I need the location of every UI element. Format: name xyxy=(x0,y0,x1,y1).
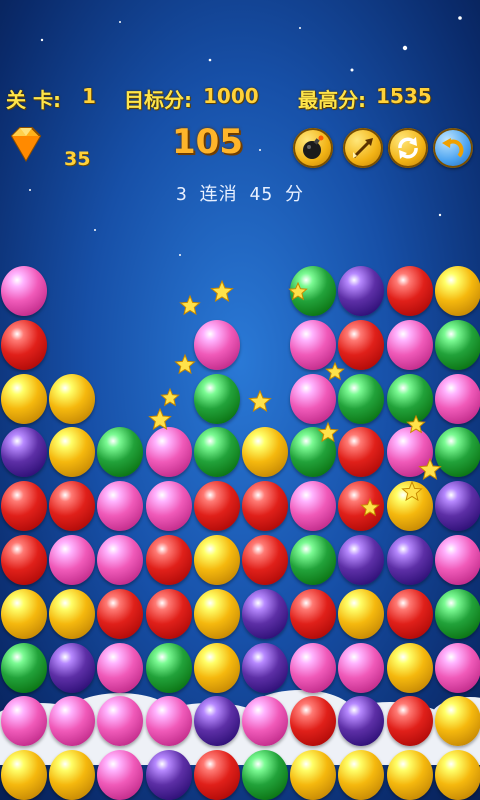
red-balloon[interactable] xyxy=(386,588,433,639)
green-balloon[interactable] xyxy=(193,427,240,478)
red-balloon[interactable] xyxy=(290,588,337,639)
pink-balloon[interactable] xyxy=(386,427,433,478)
red-balloon[interactable] xyxy=(97,588,144,639)
green-balloon[interactable] xyxy=(242,750,288,800)
purple-balloon[interactable] xyxy=(338,266,385,316)
purple-balloon[interactable] xyxy=(338,696,385,747)
green-balloon[interactable] xyxy=(386,373,433,424)
green-balloon[interactable] xyxy=(97,427,144,478)
pink-balloon[interactable] xyxy=(49,696,96,747)
pink-balloon[interactable] xyxy=(193,319,240,370)
yellow-balloon[interactable] xyxy=(1,373,47,424)
purple-balloon[interactable] xyxy=(145,750,192,800)
purple-balloon[interactable] xyxy=(193,696,240,747)
green-balloon[interactable] xyxy=(434,588,480,639)
pink-balloon[interactable] xyxy=(434,373,480,424)
yellow-balloon[interactable] xyxy=(49,588,96,639)
pink-balloon[interactable] xyxy=(145,481,192,532)
purple-balloon[interactable] xyxy=(386,535,433,585)
yellow-balloon[interactable] xyxy=(434,750,480,800)
red-balloon[interactable] xyxy=(386,696,433,747)
yellow-balloon[interactable] xyxy=(193,642,240,693)
pink-balloon[interactable] xyxy=(1,266,47,316)
pink-balloon[interactable] xyxy=(242,696,288,747)
pink-balloon[interactable] xyxy=(434,535,480,585)
green-balloon[interactable] xyxy=(290,427,337,478)
red-balloon[interactable] xyxy=(338,427,385,478)
purple-balloon[interactable] xyxy=(242,588,288,639)
green-balloon[interactable] xyxy=(338,373,385,424)
pink-balloon[interactable] xyxy=(338,642,385,693)
green-balloon[interactable] xyxy=(434,427,480,478)
yellow-balloon[interactable] xyxy=(338,750,385,800)
pink-balloon[interactable] xyxy=(49,535,96,585)
yellow-balloon[interactable] xyxy=(1,750,47,800)
red-balloon[interactable] xyxy=(1,481,47,532)
green-balloon[interactable] xyxy=(1,642,47,693)
pink-balloon[interactable] xyxy=(1,696,47,747)
purple-balloon[interactable] xyxy=(434,481,480,532)
red-balloon[interactable] xyxy=(1,319,47,370)
red-balloon[interactable] xyxy=(338,319,385,370)
red-balloon[interactable] xyxy=(386,266,433,316)
pink-balloon[interactable] xyxy=(145,427,192,478)
pink-balloon[interactable] xyxy=(97,642,144,693)
pink-balloon[interactable] xyxy=(290,642,337,693)
balloon-board xyxy=(0,0,480,800)
green-balloon[interactable] xyxy=(290,535,337,585)
green-balloon[interactable] xyxy=(145,642,192,693)
pink-balloon[interactable] xyxy=(434,642,480,693)
red-balloon[interactable] xyxy=(49,481,96,532)
yellow-balloon[interactable] xyxy=(386,750,433,800)
green-balloon[interactable] xyxy=(290,266,337,316)
yellow-balloon[interactable] xyxy=(1,588,47,639)
yellow-balloon[interactable] xyxy=(338,588,385,639)
yellow-balloon[interactable] xyxy=(242,427,288,478)
yellow-balloon[interactable] xyxy=(386,642,433,693)
red-balloon[interactable] xyxy=(1,535,47,585)
pink-balloon[interactable] xyxy=(290,373,337,424)
pink-balloon[interactable] xyxy=(97,535,144,585)
red-balloon[interactable] xyxy=(290,696,337,747)
pink-balloon[interactable] xyxy=(290,481,337,532)
yellow-balloon[interactable] xyxy=(49,750,96,800)
red-balloon[interactable] xyxy=(338,481,385,532)
yellow-balloon[interactable] xyxy=(434,696,480,747)
yellow-balloon[interactable] xyxy=(434,266,480,316)
green-balloon[interactable] xyxy=(434,319,480,370)
red-balloon[interactable] xyxy=(242,481,288,532)
red-balloon[interactable] xyxy=(193,750,240,800)
pink-balloon[interactable] xyxy=(97,481,144,532)
yellow-balloon[interactable] xyxy=(49,373,96,424)
pink-balloon[interactable] xyxy=(97,750,144,800)
purple-balloon[interactable] xyxy=(242,642,288,693)
yellow-balloon[interactable] xyxy=(193,535,240,585)
purple-balloon[interactable] xyxy=(49,642,96,693)
red-balloon[interactable] xyxy=(145,535,192,585)
green-balloon[interactable] xyxy=(193,373,240,424)
yellow-balloon[interactable] xyxy=(193,588,240,639)
red-balloon[interactable] xyxy=(193,481,240,532)
pink-balloon[interactable] xyxy=(145,696,192,747)
red-balloon[interactable] xyxy=(242,535,288,585)
purple-balloon[interactable] xyxy=(1,427,47,478)
red-balloon[interactable] xyxy=(145,588,192,639)
yellow-balloon[interactable] xyxy=(386,481,433,532)
purple-balloon[interactable] xyxy=(338,535,385,585)
yellow-balloon[interactable] xyxy=(290,750,337,800)
yellow-balloon[interactable] xyxy=(49,427,96,478)
pink-balloon[interactable] xyxy=(386,319,433,370)
pink-balloon[interactable] xyxy=(97,696,144,747)
pink-balloon[interactable] xyxy=(290,319,337,370)
